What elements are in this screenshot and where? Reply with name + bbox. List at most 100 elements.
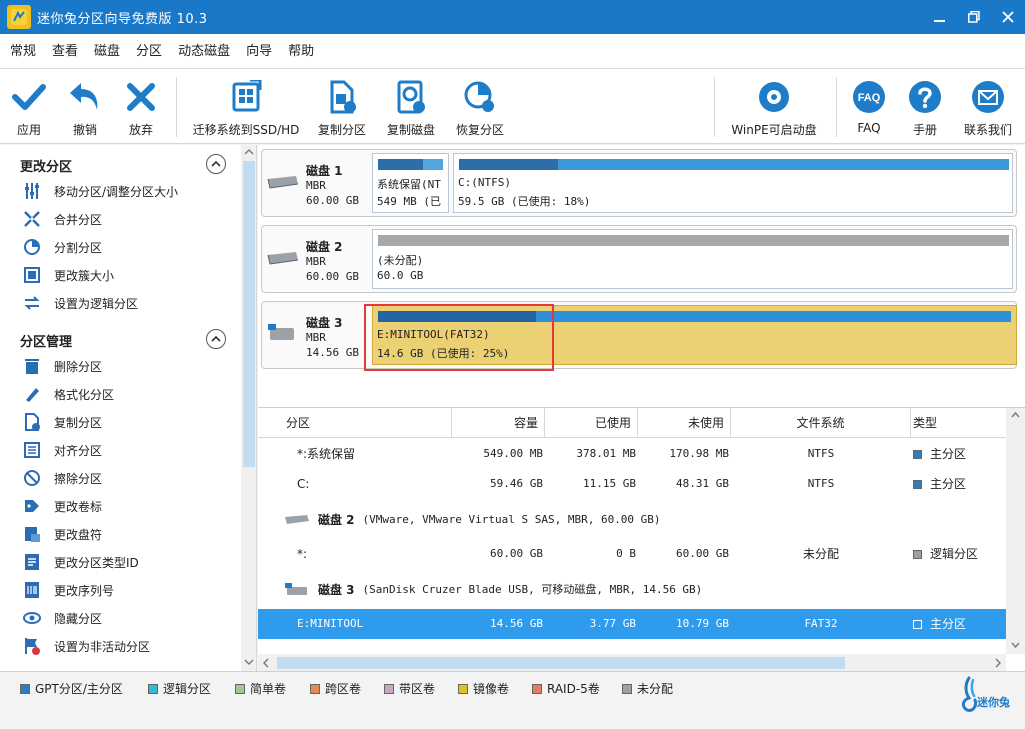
col-unused[interactable]: 未使用 bbox=[638, 408, 731, 438]
table-disk-group-2[interactable]: 磁盘 2 (VMware, VMware Virtual S SAS, MBR,… bbox=[284, 504, 661, 534]
primary-partition-icon bbox=[913, 480, 922, 489]
recover-partition-button[interactable]: 恢复分区 bbox=[452, 69, 508, 144]
migrate-os-button[interactable]: 迁移系统到SSD/HD bbox=[192, 69, 300, 144]
op-format[interactable]: 格式化分区 bbox=[22, 383, 114, 405]
op-change-letter[interactable]: 更改盘符 bbox=[22, 523, 102, 545]
toolbar-separator bbox=[714, 77, 715, 137]
manual-button[interactable]: 手册 bbox=[908, 69, 942, 144]
op-delete[interactable]: 删除分区 bbox=[22, 355, 102, 377]
op-split[interactable]: 分割分区 bbox=[22, 236, 102, 258]
contact-us-button[interactable]: 联系我们 bbox=[960, 69, 1016, 144]
hard-disk-icon bbox=[267, 252, 299, 265]
type-id-icon bbox=[25, 554, 39, 570]
op-change-serial[interactable]: 更改序列号 bbox=[22, 579, 114, 601]
brand-logo: 迷你兔 bbox=[955, 674, 1019, 714]
minimize-button[interactable] bbox=[923, 0, 957, 34]
op-change-type-id[interactable]: 更改分区类型ID bbox=[22, 551, 139, 573]
collapse-change-partition-button[interactable] bbox=[206, 154, 226, 174]
col-capacity[interactable]: 容量 bbox=[452, 408, 545, 438]
partition-block-c[interactable]: C:(NTFS) 59.5 GB (已使用: 18%) bbox=[453, 153, 1013, 213]
menu-dynamic-disk[interactable]: 动态磁盘 bbox=[170, 34, 238, 69]
table-row[interactable]: C: 59.46 GB 11.15 GB 48.31 GB NTFS 主分区 bbox=[258, 469, 1006, 499]
op-align[interactable]: 对齐分区 bbox=[22, 439, 102, 461]
align-icon bbox=[24, 442, 40, 458]
table-disk-group-3[interactable]: 磁盘 3 (SanDisk Cruzer Blade USB, 可移动磁盘, M… bbox=[284, 574, 702, 604]
menu-view[interactable]: 查看 bbox=[44, 34, 86, 69]
op-set-inactive[interactable]: 设置为非活动分区 bbox=[22, 635, 150, 657]
menu-disk[interactable]: 磁盘 bbox=[86, 34, 128, 69]
left-panel-scrollbar[interactable] bbox=[241, 145, 256, 671]
scroll-right-icon bbox=[995, 658, 1001, 668]
checkmark-icon bbox=[12, 84, 46, 110]
table-row[interactable]: *:系统保留 549.00 MB 378.01 MB 170.98 MB NTF… bbox=[258, 439, 1006, 469]
menu-wizard[interactable]: 向导 bbox=[238, 34, 280, 69]
copy-partition-icon bbox=[330, 80, 356, 114]
table-vertical-scrollbar[interactable] bbox=[1006, 408, 1025, 654]
legend-item: 镜像卷 bbox=[458, 680, 509, 697]
faq-button[interactable]: FAQ FAQ bbox=[852, 69, 886, 144]
resize-sliders-icon bbox=[25, 183, 39, 199]
scroll-up-icon bbox=[244, 149, 254, 155]
close-icon bbox=[1002, 11, 1014, 23]
partition-block-unallocated[interactable]: (未分配) 60.0 GB bbox=[372, 229, 1013, 289]
primary-partition-icon bbox=[913, 620, 922, 629]
legend-item: 未分配 bbox=[622, 680, 673, 697]
toolbar-separator bbox=[836, 77, 837, 137]
winpe-bootable-button[interactable]: WinPE可启动盘 bbox=[728, 69, 820, 144]
op-move-resize[interactable]: 移动分区/调整分区大小 bbox=[22, 180, 178, 202]
op-merge[interactable]: 合并分区 bbox=[22, 208, 102, 230]
legend-bar: GPT分区/主分区 逻辑分区 简单卷 跨区卷 带区卷 镜像卷 RAID-5卷 未… bbox=[0, 671, 1025, 729]
op-copy[interactable]: 复制分区 bbox=[22, 411, 102, 433]
menu-general[interactable]: 常规 bbox=[2, 34, 44, 69]
scroll-left-icon bbox=[263, 658, 269, 668]
apply-button[interactable]: 应用 bbox=[10, 69, 48, 144]
svg-text:FAQ: FAQ bbox=[858, 92, 881, 104]
op-set-logical[interactable]: 设置为逻辑分区 bbox=[22, 292, 138, 314]
usb-drive-icon bbox=[268, 324, 294, 340]
disk-row-1[interactable]: 磁盘 1 MBR 60.00 GB 系统保留(NT 549 MB (已 C:(N… bbox=[261, 149, 1017, 217]
restore-icon bbox=[968, 11, 980, 23]
col-used[interactable]: 已使用 bbox=[545, 408, 638, 438]
chevron-up-icon bbox=[211, 160, 221, 167]
menu-help[interactable]: 帮助 bbox=[280, 34, 322, 69]
table-row-selected[interactable]: E:MINITOOL 14.56 GB 3.77 GB 10.79 GB FAT… bbox=[258, 609, 1006, 639]
app-logo-icon bbox=[7, 5, 31, 29]
drive-letter-icon bbox=[25, 527, 40, 542]
table-header: 分区 容量 已使用 未使用 文件系统 类型 bbox=[258, 408, 1006, 438]
menu-partition[interactable]: 分区 bbox=[128, 34, 170, 69]
op-wipe[interactable]: 擦除分区 bbox=[22, 467, 102, 489]
scroll-down-icon bbox=[1011, 642, 1020, 649]
collapse-partition-management-button[interactable] bbox=[206, 329, 226, 349]
help-question-icon bbox=[909, 81, 941, 113]
partition-block-system-reserved[interactable]: 系统保留(NT 549 MB (已 bbox=[372, 153, 449, 213]
copy-partition-button[interactable]: 复制分区 bbox=[314, 69, 370, 144]
copy-disk-button[interactable]: 复制磁盘 bbox=[383, 69, 439, 144]
split-icon bbox=[24, 239, 40, 255]
usb-drive-icon bbox=[285, 583, 307, 595]
table-row[interactable]: *: 60.00 GB 0 B 60.00 GB 未分配 逻辑分区 bbox=[258, 539, 1006, 569]
merge-icon bbox=[24, 211, 40, 227]
table-horizontal-scrollbar[interactable] bbox=[258, 654, 1006, 672]
undo-icon bbox=[70, 83, 98, 110]
discard-button[interactable]: 放弃 bbox=[122, 69, 160, 144]
disk-row-2[interactable]: 磁盘 2 MBR 60.00 GB (未分配) 60.0 GB bbox=[261, 225, 1017, 293]
hard-disk-icon bbox=[267, 176, 299, 189]
left-scrollbar-thumb[interactable] bbox=[243, 161, 255, 467]
op-hide[interactable]: 隐藏分区 bbox=[22, 607, 102, 629]
restore-button[interactable] bbox=[957, 0, 991, 34]
toolbar: 应用 撤销 放弃 迁移系统到SSD/HD 复制分区 复制磁盘 恢复分区 WinP… bbox=[0, 69, 1025, 144]
op-change-label[interactable]: 更改卷标 bbox=[22, 495, 102, 517]
undo-button[interactable]: 撤销 bbox=[66, 69, 104, 144]
title-bar: 迷你兔分区向导免费版 10.3 bbox=[0, 0, 1025, 34]
col-partition[interactable]: 分区 bbox=[258, 408, 452, 438]
close-button[interactable] bbox=[991, 0, 1025, 34]
migrate-os-icon bbox=[232, 80, 262, 112]
chevron-up-icon bbox=[211, 335, 221, 342]
table-hscroll-thumb[interactable] bbox=[277, 657, 845, 669]
op-change-cluster-size[interactable]: 更改簇大小 bbox=[22, 264, 114, 286]
col-type[interactable]: 类型 bbox=[911, 408, 1006, 438]
mail-icon bbox=[972, 81, 1004, 113]
trash-icon bbox=[25, 359, 39, 374]
section-change-partition: 更改分区 bbox=[20, 160, 73, 175]
col-filesystem[interactable]: 文件系统 bbox=[731, 408, 911, 438]
